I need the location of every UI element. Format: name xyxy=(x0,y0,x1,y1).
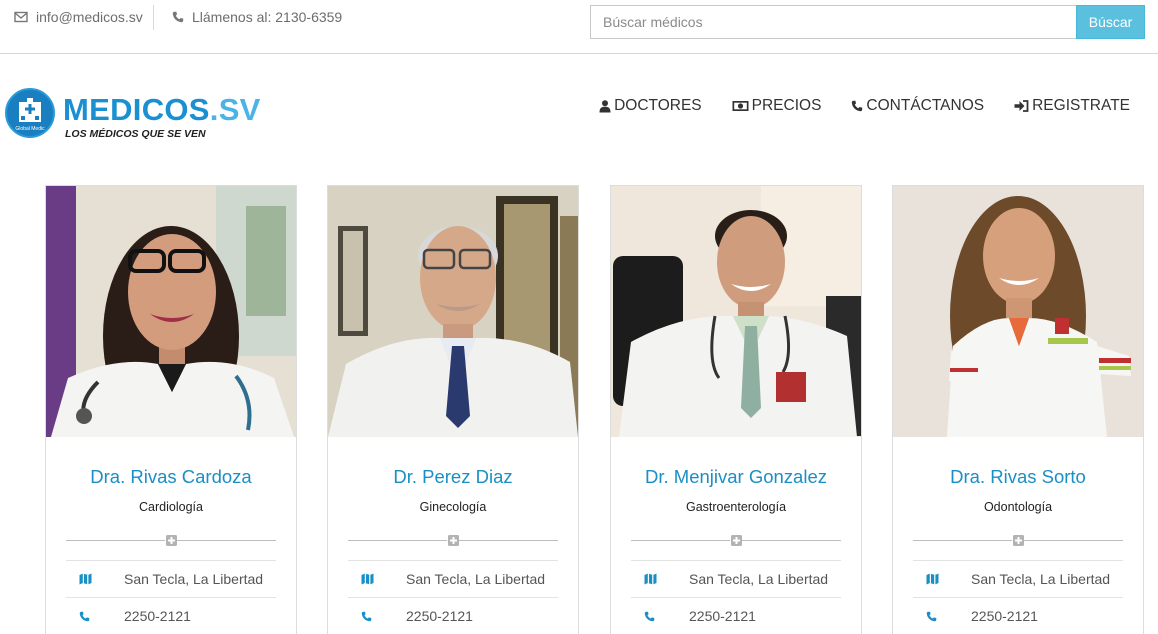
map-icon xyxy=(66,573,124,585)
plus-icon[interactable] xyxy=(447,534,459,546)
contact-separator xyxy=(153,5,154,30)
nav-item-doctores[interactable]: DOCTORES xyxy=(599,97,702,115)
phone-icon xyxy=(348,611,406,622)
nav-item-label: PRECIOS xyxy=(751,97,822,114)
phone-icon xyxy=(66,611,124,622)
hospital-logo-icon: Global Medic xyxy=(5,88,55,138)
phone-row: 2250-2121 xyxy=(66,597,276,634)
brand-name-part2: .SV xyxy=(209,92,261,127)
doctor-card[interactable]: Dra. Rivas Cardoza Cardiología San Tecla… xyxy=(45,185,297,634)
doctor-specialty: Ginecología xyxy=(419,500,487,514)
search-button[interactable]: Búscar xyxy=(1076,5,1145,39)
contact-email-text: info@medicos.sv xyxy=(36,9,143,25)
nav-item-label: DOCTORES xyxy=(614,97,702,114)
doctor-specialty: Cardiología xyxy=(139,500,203,514)
doctor-phone: 2250-2121 xyxy=(689,608,756,624)
doctor-phone: 2250-2121 xyxy=(406,608,473,624)
phone-row: 2250-2121 xyxy=(348,597,558,634)
nav-item-contactanos[interactable]: CONTÁCTANOS xyxy=(851,97,984,115)
doctor-name[interactable]: Dr. Menjivar Gonzalez xyxy=(611,466,861,488)
user-icon xyxy=(599,99,611,112)
phone-icon xyxy=(172,11,184,23)
money-icon xyxy=(732,101,749,111)
nav-item-label: REGISTRATE xyxy=(1032,97,1130,114)
location-row: San Tecla, La Libertad xyxy=(66,560,276,597)
doctor-location: San Tecla, La Libertad xyxy=(406,571,546,587)
phone-row: 2250-2121 xyxy=(913,597,1123,634)
search-input[interactable] xyxy=(590,5,1076,39)
doctor-phone: 2250-2121 xyxy=(124,608,191,624)
doctor-location: San Tecla, La Libertad xyxy=(124,571,264,587)
doctor-photo[interactable] xyxy=(46,186,296,437)
sign-in-icon xyxy=(1014,100,1029,112)
doctor-phone: 2250-2121 xyxy=(971,608,1038,624)
search-bar: Búscar xyxy=(590,5,1145,39)
doctor-photo[interactable] xyxy=(328,186,578,437)
doctor-name[interactable]: Dr. Perez Diaz xyxy=(328,466,578,488)
doctor-specialty: Gastroenterología xyxy=(685,500,787,514)
phone-row: 2250-2121 xyxy=(631,597,841,634)
nav-item-precios[interactable]: PRECIOS xyxy=(732,97,822,115)
location-row: San Tecla, La Libertad xyxy=(913,560,1123,597)
location-row: San Tecla, La Libertad xyxy=(348,560,558,597)
contact-phone[interactable]: Llámenos al: 2130-6359 xyxy=(172,9,342,25)
plus-icon[interactable] xyxy=(165,534,177,546)
phone-icon xyxy=(631,611,689,622)
doctor-location: San Tecla, La Libertad xyxy=(689,571,829,587)
site-logo[interactable]: Global Medic MEDICOS.SV LOS MÉDICOS QUE … xyxy=(5,88,265,144)
doctor-card[interactable]: Dra. Rivas Sorto Odontología San Tecla, … xyxy=(892,185,1144,634)
main-nav: DOCTORES PRECIOS CONTÁCTANOS REGISTRATE xyxy=(599,97,1130,115)
phone-icon xyxy=(852,100,863,112)
contact-email[interactable]: info@medicos.sv xyxy=(14,9,143,25)
doctor-card[interactable]: Dr. Perez Diaz Ginecología San Tecla, La… xyxy=(327,185,579,634)
map-icon xyxy=(913,573,971,585)
location-row: San Tecla, La Libertad xyxy=(631,560,841,597)
doctor-photo[interactable] xyxy=(893,186,1143,437)
doctor-name[interactable]: Dra. Rivas Sorto xyxy=(893,466,1143,488)
brand-tagline: LOS MÉDICOS QUE SE VEN xyxy=(65,128,206,140)
envelope-icon xyxy=(14,11,28,23)
logo-text: Global Medic xyxy=(15,126,45,132)
map-icon xyxy=(348,573,406,585)
doctor-card[interactable]: Dr. Menjivar Gonzalez Gastroenterología … xyxy=(610,185,862,634)
plus-icon[interactable] xyxy=(1012,534,1024,546)
plus-icon[interactable] xyxy=(730,534,742,546)
doctor-specialty: Odontología xyxy=(983,500,1053,514)
nav-item-registrate[interactable]: REGISTRATE xyxy=(1014,97,1130,115)
doctor-photo[interactable] xyxy=(611,186,861,437)
doctor-name[interactable]: Dra. Rivas Cardoza xyxy=(46,466,296,488)
brand-name-part1: MEDICOS xyxy=(63,92,210,127)
doctor-location: San Tecla, La Libertad xyxy=(971,571,1111,587)
map-icon xyxy=(631,573,689,585)
phone-icon xyxy=(913,611,971,622)
contact-phone-text: Llámenos al: 2130-6359 xyxy=(192,9,343,25)
nav-item-label: CONTÁCTANOS xyxy=(866,97,985,114)
brand-name: MEDICOS.SV xyxy=(63,92,261,128)
top-bar: info@medicos.sv Llámenos al: 2130-6359 B… xyxy=(0,0,1158,54)
